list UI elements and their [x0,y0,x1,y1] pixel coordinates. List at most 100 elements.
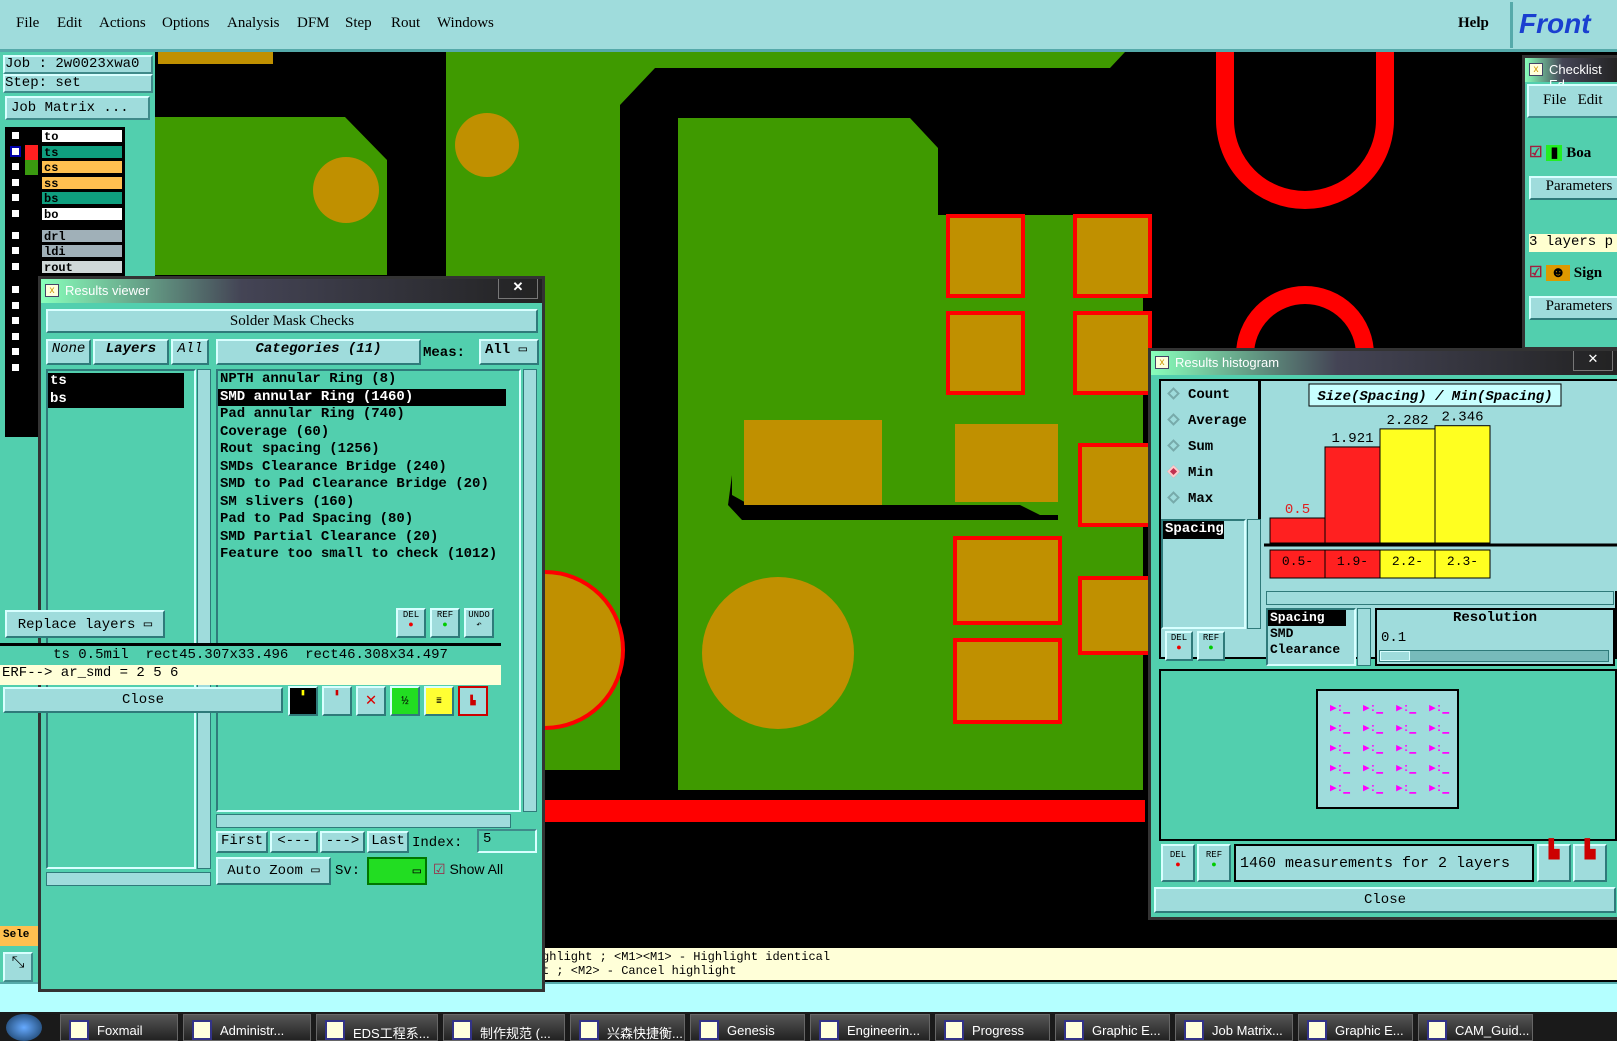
layer-row-ldi[interactable]: ldi [5,244,125,259]
taskbar-item[interactable]: Engineerin... [810,1014,930,1041]
histogram-hscrollbar[interactable] [1266,591,1614,605]
taskbar-item[interactable]: Graphic E... [1298,1014,1413,1041]
category-item[interactable]: SMD to Pad Clearance Bridge (20) [218,476,519,494]
highlight-icon[interactable]: ▮ [288,686,318,716]
histogram-icon[interactable]: ▙ [458,686,488,716]
menu-step[interactable]: Step [345,15,372,32]
layer-row-cs[interactable]: cs [5,160,125,176]
layer-list-scrollbar[interactable] [197,369,211,869]
job-matrix-button[interactable]: Job Matrix ... [5,96,150,120]
layer-row-rout[interactable]: rout [5,259,125,275]
taskbar-item[interactable]: Foxmail [60,1014,178,1041]
taskbar-item[interactable]: 兴森快捷衡... [570,1014,685,1041]
category-item[interactable]: Rout spacing (1256) [218,441,519,459]
layers-button[interactable]: Layers [93,339,169,365]
menu-edit[interactable]: Edit [57,15,82,32]
layer-checkbox[interactable] [10,362,21,373]
all-button[interactable]: All [171,339,209,365]
export-icon[interactable]: ▙ [1537,842,1571,882]
mode-radio-average[interactable]: Average [1167,413,1247,429]
ref-button[interactable]: REF ● [1197,844,1231,882]
taskbar-item[interactable]: Administr... [183,1014,311,1041]
layer-result-item[interactable]: bs [48,390,184,408]
checkbox-checked[interactable]: ☑ [1529,265,1542,281]
prev-button[interactable]: <--- [270,831,318,853]
layer-checkbox[interactable] [10,176,21,188]
left-measure-list[interactable]: Spacing [1161,519,1246,629]
layer-checkbox[interactable] [10,315,21,327]
menu-rout[interactable]: Rout [391,15,420,32]
right-list-scrollbar[interactable] [1357,608,1371,666]
layer-list-hscrollbar[interactable] [46,872,211,886]
layer-row-to[interactable]: to [5,129,125,144]
index-input[interactable]: 5 [477,829,537,853]
parameters-button[interactable]: Parameters [1529,176,1617,200]
category-list-scrollbar[interactable] [523,369,537,812]
menu-options[interactable]: Options [162,15,210,32]
categories-button[interactable]: Categories (11) [216,339,421,365]
auto-zoom-dropdown[interactable]: Auto Zoom ▭ [216,857,331,885]
first-button[interactable]: First [216,831,268,853]
layer-checkbox[interactable] [10,260,21,272]
none-button[interactable]: None [46,339,91,365]
category-item[interactable]: Pad to Pad Spacing (80) [218,511,519,529]
layer-checkbox[interactable] [10,346,21,358]
close-icon[interactable]: ✕ [1573,351,1613,371]
mode-radio-sum[interactable]: Sum [1167,439,1213,455]
slider-thumb[interactable] [1380,651,1410,661]
category-list-hscrollbar[interactable] [216,814,511,828]
menu-file[interactable]: File [16,15,39,32]
layer-checkbox[interactable] [10,208,21,219]
half-icon[interactable]: ½ [390,686,420,716]
layer-row-bs[interactable]: bs [5,191,125,206]
ref-button[interactable]: REF ● [1197,631,1225,661]
layer-row-ss[interactable]: ss [5,175,125,191]
list-item[interactable]: Spacing [1163,521,1224,539]
category-item[interactable]: SMD annular Ring (1460) [218,388,506,406]
menu-windows[interactable]: Windows [437,15,494,32]
show-all-checkbox[interactable]: ☑ Show All [433,861,503,878]
layer-checkbox[interactable] [10,192,21,204]
measure-icon[interactable]: ▮ [322,686,352,716]
histogram-bar[interactable] [1434,425,1491,544]
layer-checkbox[interactable] [10,330,21,342]
taskbar-item[interactable]: Job Matrix... [1175,1014,1293,1041]
close-button[interactable]: Close [1154,887,1616,913]
zoom-fit-icon[interactable]: ⤡ [3,952,33,982]
category-item[interactable]: Coverage (60) [218,424,519,442]
report-icon[interactable]: ≣ [424,686,454,716]
check-item-board[interactable]: ☑ ▮ Boa [1529,143,1591,162]
taskbar-item[interactable]: Genesis [690,1014,805,1041]
layer-result-item[interactable]: ts [48,373,184,391]
layer-checkbox[interactable] [10,284,21,295]
taskbar-item[interactable]: Progress [935,1014,1050,1041]
checkbox-checked[interactable]: ☑ [1529,145,1542,161]
layer-checkbox[interactable] [10,299,21,311]
next-button[interactable]: ---> [320,831,365,853]
mode-radio-count[interactable]: Count [1167,387,1230,403]
undo-button[interactable]: UNDO ↶ [464,608,494,638]
taskbar-item[interactable]: CAM_Guid... [1418,1014,1533,1041]
category-item[interactable]: SM slivers (160) [218,494,519,512]
board-preview[interactable]: ▶:▁ ▶:▁ ▶:▁ ▶:▁ ▶:▁ ▶:▁ ▶:▁ ▶:▁ ▶:▁ ▶:▁ … [1316,689,1459,809]
taskbar-item[interactable]: EDS工程系... [316,1014,438,1041]
close-button[interactable]: Close [3,687,283,713]
category-item[interactable]: Feature too small to check (1012) [218,546,519,564]
close-icon[interactable]: ✕ [498,279,538,299]
menu-analysis[interactable]: Analysis [227,15,280,32]
menu-help[interactable]: Help [1458,15,1489,32]
layer-checkbox[interactable] [10,130,21,141]
category-item[interactable]: Pad annular Ring (740) [218,406,519,424]
layer-checkbox[interactable] [10,229,21,241]
menu-file[interactable]: File [1543,92,1566,108]
histogram-bar[interactable] [1324,446,1381,544]
menu-dfm[interactable]: DFM [297,15,330,32]
del-button[interactable]: DEL ● [1165,631,1193,661]
layer-checkbox[interactable] [10,145,21,157]
category-item[interactable]: SMDs Clearance Bridge (240) [218,459,519,477]
mode-radio-min[interactable]: Min [1167,465,1213,481]
replace-layers-dropdown[interactable]: Replace layers ▭ [5,610,165,638]
layer-checkbox[interactable] [10,245,21,257]
import-icon[interactable]: ▙ [1573,842,1607,882]
last-button[interactable]: Last [367,831,409,853]
